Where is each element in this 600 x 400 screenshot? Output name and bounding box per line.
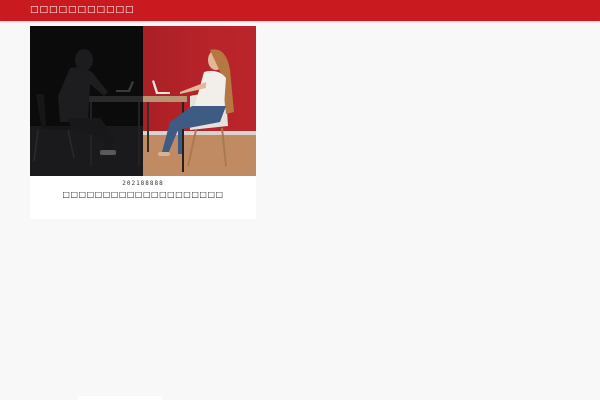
top-navigation-bar: □□□□□□□□□□□ [0,0,600,21]
footer-strip [78,396,162,400]
hacker-and-woman-photo [30,26,256,176]
article-date: 202188888 [122,180,164,187]
article-title-link[interactable]: □□□□□□□□□□□□□□□□□□□□ [30,190,256,199]
article-thumbnail[interactable] [30,26,256,176]
site-title-link[interactable]: □□□□□□□□□□□ [30,4,135,16]
